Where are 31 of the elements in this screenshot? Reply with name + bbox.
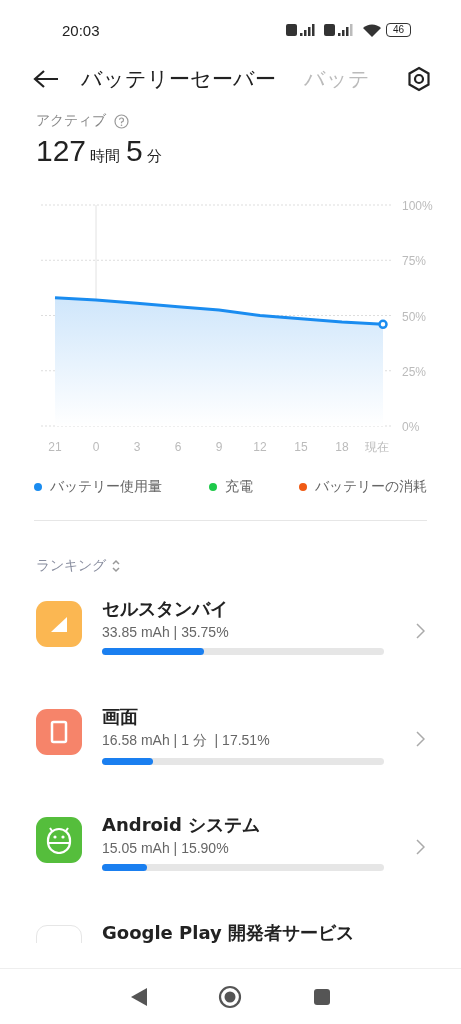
x-axis-label: 12 [253, 440, 267, 454]
active-time-unit: 時間 [90, 147, 121, 166]
legend-label: バッテリーの消耗 [315, 478, 427, 496]
app-name: Google Play 開発者サービス [102, 921, 355, 943]
x-axis-label: 現在 [365, 440, 389, 454]
x-axis-label: 9 [215, 440, 223, 454]
battery-icon: 46 [385, 23, 411, 37]
status-time: 20:03 [62, 21, 100, 39]
y-axis-label: 0% [402, 420, 420, 434]
y-axis-label: 100% [402, 199, 433, 213]
y-axis-label: 50% [402, 309, 427, 324]
y-axis-label: 25% [402, 364, 427, 379]
usage-detail: 16.58 mAh | 1 分 | 17.51% [102, 732, 271, 750]
x-axis-label: 15 [294, 440, 308, 454]
active-label: アクティブ [36, 112, 106, 130]
x-axis-label: 6 [174, 440, 182, 454]
app-name: Android システム [102, 813, 262, 837]
active-time-unit: 分 [146, 147, 162, 166]
x-axis-label: 0 [92, 440, 100, 454]
legend-label: バッテリー使用量 [50, 478, 162, 496]
active-time-value: 5 [126, 134, 143, 168]
usage-detail: 15.05 mAh | 15.90% [102, 840, 230, 856]
legend-label: 充電 [224, 478, 253, 496]
app-name: セルスタンバイ [102, 597, 229, 621]
x-axis-label: 21 [48, 440, 62, 454]
x-axis-label: 3 [133, 440, 141, 454]
usage-detail: 33.85 mAh | 35.75% [102, 624, 230, 640]
y-axis-label: 75% [402, 254, 427, 269]
app-name: 画面 [102, 705, 139, 729]
x-axis-label: 18 [335, 440, 349, 454]
active-time-value: 127 [36, 134, 87, 168]
